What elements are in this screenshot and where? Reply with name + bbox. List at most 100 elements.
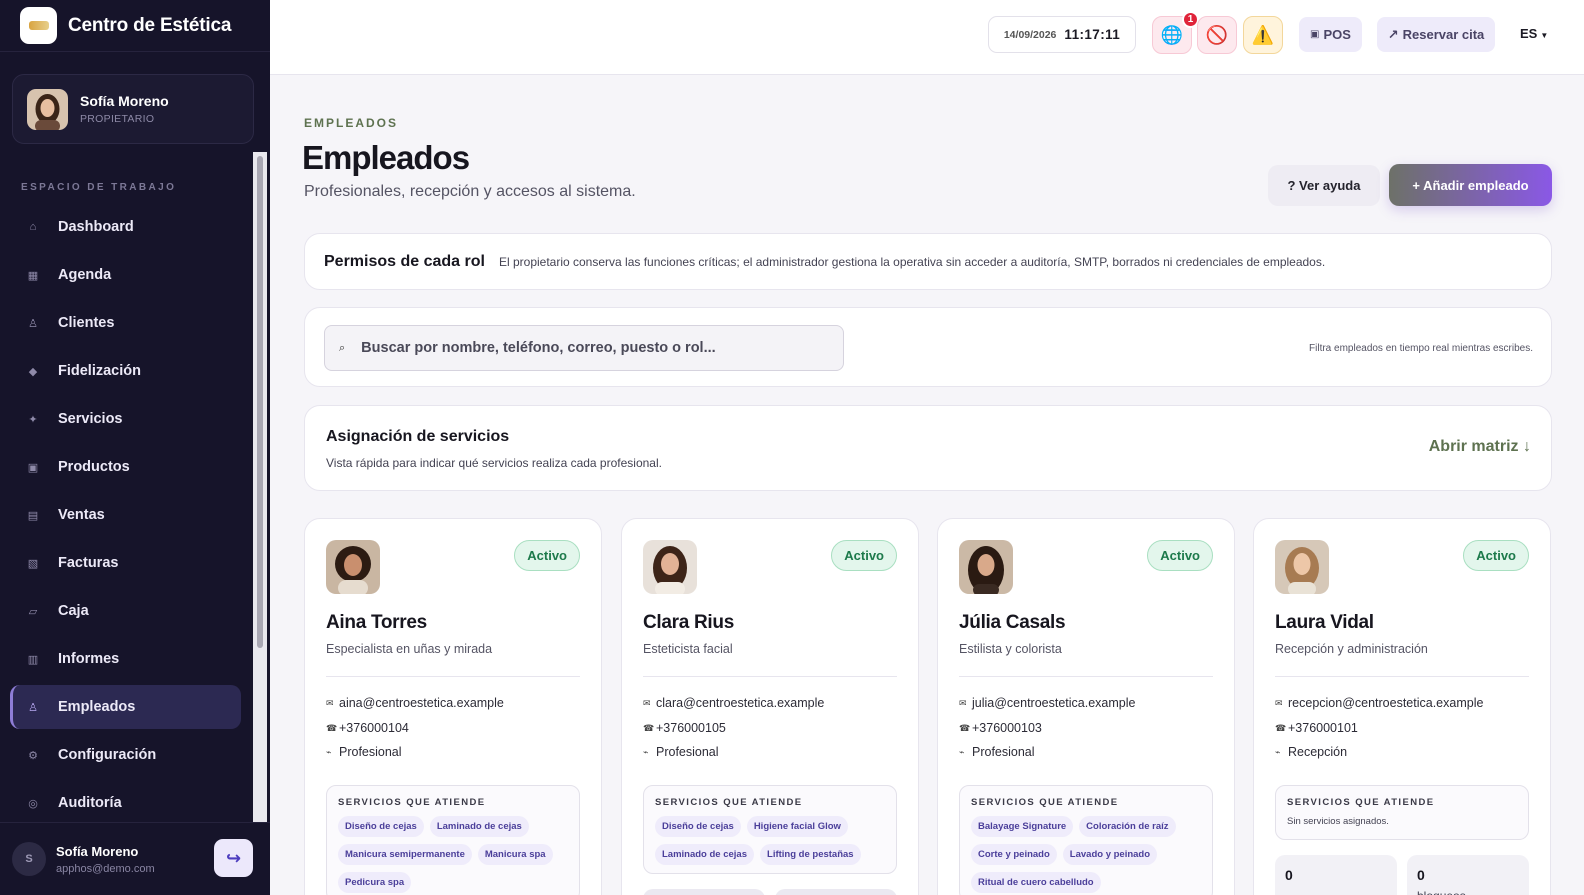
stat-label: bloqueos bbox=[1417, 889, 1519, 895]
service-tag: Ritual de cuero cabelludo bbox=[971, 872, 1101, 893]
external-link-icon: ↗ bbox=[1387, 26, 1399, 42]
phone-text: +376000101 bbox=[1288, 721, 1358, 735]
sidebar-item-label: Ventas bbox=[58, 507, 105, 523]
status-badge: Activo bbox=[1147, 540, 1213, 571]
employee-role: Recepción y administración bbox=[1275, 642, 1428, 656]
employee-type: ⌁ Recepción bbox=[1275, 745, 1347, 759]
language-selector[interactable]: ES ▼ bbox=[1520, 26, 1548, 41]
employee-phone: ☎ +376000101 bbox=[1275, 721, 1358, 735]
calendar-icon: ▦ bbox=[27, 269, 39, 282]
divider bbox=[326, 676, 580, 677]
assignment-title: Asignación de servicios bbox=[326, 428, 510, 445]
sidebar-item-clientes[interactable]: ♙ Clientes bbox=[10, 301, 241, 345]
phone-icon: ☎ bbox=[643, 722, 655, 733]
sidebar-item-productos[interactable]: ▣ Productos bbox=[10, 445, 241, 489]
reserve-button[interactable]: ↗ Reservar cita bbox=[1377, 17, 1495, 52]
service-tag: Manicura semipermanente bbox=[338, 844, 472, 865]
employee-card[interactable]: Activo Laura Vidal Recepción y administr… bbox=[1253, 518, 1551, 895]
logout-button[interactable]: ↪ bbox=[214, 839, 253, 877]
sidebar-item-label: Caja bbox=[58, 603, 89, 619]
permissions-panel: Permisos de cada rol El propietario cons… bbox=[304, 233, 1552, 290]
service-tag: Diseño de cejas bbox=[655, 816, 741, 837]
status-badge: Activo bbox=[514, 540, 580, 571]
person-icon: ♙ bbox=[28, 317, 38, 330]
scrollbar-thumb[interactable] bbox=[257, 156, 263, 648]
card-stat-stub bbox=[643, 889, 765, 895]
warning-button[interactable]: ⚠️ bbox=[1243, 16, 1283, 54]
open-matrix-link[interactable]: Abrir matriz ↓ bbox=[1429, 438, 1531, 456]
sidebar-item-label: Facturas bbox=[58, 555, 119, 571]
sidebar-item-empleados[interactable]: ♙ Empleados bbox=[10, 685, 241, 729]
service-tag: Lavado y peinado bbox=[1062, 844, 1158, 865]
pos-button[interactable]: ▣ POS bbox=[1299, 17, 1362, 52]
sidebar-item-label: Informes bbox=[58, 651, 120, 667]
pos-label: POS bbox=[1323, 27, 1351, 42]
sidebar-item-facturas[interactable]: ▧ Facturas bbox=[10, 541, 241, 585]
sidebar-scrollbar[interactable] bbox=[253, 152, 267, 822]
employee-card[interactable]: Activo Clara Rius Esteticista facial ✉ cl… bbox=[621, 518, 919, 895]
search-input[interactable] bbox=[361, 340, 822, 356]
user-card[interactable]: Sofía Moreno PROPIETARIO bbox=[12, 74, 254, 144]
employee-type: ⌁ Profesional bbox=[643, 745, 719, 759]
help-button[interactable]: ? Ver ayuda bbox=[1268, 165, 1380, 206]
page-title: Empleados bbox=[302, 139, 470, 176]
employee-name: Aina Torres bbox=[326, 612, 427, 633]
sidebar-item-caja[interactable]: ▱ Caja bbox=[10, 589, 241, 633]
divider bbox=[1275, 676, 1529, 677]
assignment-panel: Asignación de servicios Vista rápida par… bbox=[304, 405, 1552, 491]
page-eyebrow: EMPLEADOS bbox=[304, 116, 399, 130]
type-text: Profesional bbox=[972, 745, 1035, 759]
email-icon: ✉ bbox=[643, 697, 651, 708]
invoice-icon: ▧ bbox=[27, 557, 39, 570]
search-hint: Filtra empleados en tiempo real mientras… bbox=[1309, 343, 1533, 354]
sidebar-item-auditoria[interactable]: ◎ Auditoría bbox=[10, 781, 241, 825]
logout-icon: ↪ bbox=[225, 847, 242, 868]
language-code: ES bbox=[1520, 26, 1538, 41]
workspace-label: ESPACIO DE TRABAJO bbox=[21, 182, 177, 193]
employee-photo bbox=[326, 540, 380, 594]
sidebar-item-agenda[interactable]: ▦ Agenda bbox=[10, 253, 241, 297]
service-tag: Higiene facial Glow bbox=[746, 816, 848, 837]
employee-name: Clara Rius bbox=[643, 612, 734, 633]
globe-icon: 🌐 bbox=[1160, 24, 1184, 45]
status-badge: Activo bbox=[831, 540, 897, 571]
search-panel: ⌕ Filtra empleados en tiempo real mientr… bbox=[304, 307, 1552, 387]
stat-box: 0 bbox=[1275, 855, 1397, 895]
datetime-display: 14/09/2026 11:17:11 bbox=[988, 16, 1136, 53]
role-icon: ⌁ bbox=[1275, 746, 1281, 757]
footer-user-email: apphos@demo.com bbox=[56, 862, 155, 875]
diamond-icon: ◆ bbox=[28, 365, 38, 378]
report-icon: ▥ bbox=[27, 653, 39, 666]
sidebar-item-ventas[interactable]: ▤ Ventas bbox=[10, 493, 241, 537]
services-heading: SERVICIOS QUE ATIENDE bbox=[338, 797, 486, 808]
employee-email: ✉ aina@centroestetica.example bbox=[326, 696, 504, 710]
brand[interactable]: Centro de Estética bbox=[0, 0, 270, 52]
search-icon: ⌕ bbox=[339, 341, 346, 354]
employee-name: Júlia Casals bbox=[959, 612, 1066, 633]
sidebar-item-dashboard[interactable]: ⌂ Dashboard bbox=[10, 205, 241, 249]
employee-card[interactable]: Activo Júlia Casals Estilista y colorist… bbox=[937, 518, 1235, 895]
email-icon: ✉ bbox=[326, 697, 334, 708]
sidebar-nav: ⌂ Dashboard ▦ Agenda ♙ Clientes ◆ Fidelizaci… bbox=[10, 205, 241, 829]
employee-phone: ☎ +376000105 bbox=[643, 721, 726, 735]
services-box: SERVICIOS QUE ATIENDE Balayage Signature… bbox=[959, 785, 1213, 895]
sidebar-item-servicios[interactable]: ✦ Servicios bbox=[10, 397, 241, 441]
add-employee-button[interactable]: + Añadir empleado bbox=[1389, 164, 1552, 206]
search-box[interactable]: ⌕ bbox=[324, 325, 844, 371]
sidebar: Centro de Estética Sofía Moreno PROPIETA… bbox=[0, 0, 270, 895]
permissions-title: Permisos de cada rol bbox=[324, 252, 485, 270]
sidebar-item-informes[interactable]: ▥ Informes bbox=[10, 637, 241, 681]
phone-text: +376000105 bbox=[656, 721, 726, 735]
sidebar-item-fidelizacion[interactable]: ◆ Fidelización bbox=[10, 349, 241, 393]
pos-icon: ▣ bbox=[1310, 29, 1320, 40]
blocked-button[interactable]: 🚫 bbox=[1197, 16, 1237, 54]
employee-type: ⌁ Profesional bbox=[959, 745, 1035, 759]
employee-role: Esteticista facial bbox=[643, 642, 733, 656]
service-tag: Balayage Signature bbox=[971, 816, 1074, 837]
sidebar-item-label: Dashboard bbox=[58, 219, 134, 235]
user-name: Sofía Moreno bbox=[80, 93, 169, 109]
brand-logo bbox=[20, 7, 57, 44]
services-heading: SERVICIOS QUE ATIENDE bbox=[1287, 797, 1435, 808]
employee-card[interactable]: Activo Aina Torres Especialista en uñas … bbox=[304, 518, 602, 895]
sidebar-item-configuracion[interactable]: ⚙ Configuración bbox=[10, 733, 241, 777]
